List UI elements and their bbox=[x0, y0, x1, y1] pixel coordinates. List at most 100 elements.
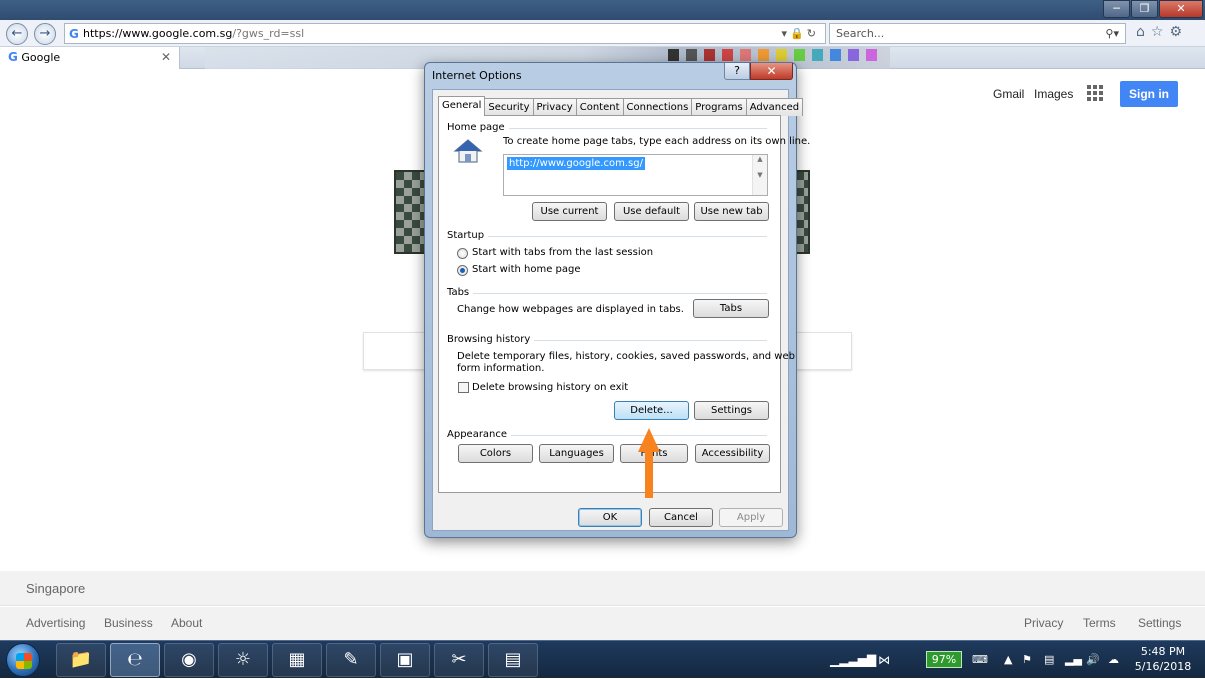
accessibility-button[interactable]: Accessibility bbox=[695, 444, 770, 463]
windows-explorer-icon[interactable]: 📁 bbox=[56, 643, 106, 677]
tab-connections[interactable]: Connections bbox=[622, 98, 693, 116]
power-plug-icon[interactable]: ⌨ bbox=[972, 641, 988, 679]
tab-advanced[interactable]: Advanced bbox=[745, 98, 804, 116]
use-current-button[interactable]: Use current bbox=[532, 202, 607, 221]
startup-home-page-radio[interactable] bbox=[457, 265, 468, 276]
device-icon[interactable]: ▤ bbox=[1044, 641, 1054, 679]
apps-grid-icon[interactable] bbox=[1087, 85, 1103, 101]
volume-icon[interactable]: 🔊 bbox=[1086, 641, 1100, 679]
window-titlebar: ─ ❐ ✕ bbox=[0, 0, 1205, 20]
home-page-instructions: To create home page tabs, type each addr… bbox=[503, 136, 811, 147]
appearance-group-label: Appearance bbox=[447, 429, 512, 440]
delete-on-exit-checkbox[interactable] bbox=[458, 382, 469, 393]
footer-link-settings[interactable]: Settings bbox=[1138, 616, 1181, 630]
wifi-icon[interactable]: ⋈ bbox=[878, 641, 890, 679]
favorites-star-icon[interactable]: ☆ bbox=[1151, 24, 1170, 40]
address-bar[interactable]: G https://www.google.com.sg/?gws_rd=ssl … bbox=[64, 23, 826, 44]
windows-logo-icon bbox=[16, 653, 32, 669]
window-controls: ─ ❐ ✕ bbox=[1102, 0, 1203, 19]
minimize-button[interactable]: ─ bbox=[1103, 0, 1130, 18]
startup-last-session-label[interactable]: Start with tabs from the last session bbox=[472, 247, 653, 258]
apply-button[interactable]: Apply bbox=[719, 508, 783, 527]
dialog-close-button[interactable]: ✕ bbox=[750, 63, 793, 80]
tab-title: Google bbox=[21, 51, 61, 64]
close-tab-icon[interactable]: ✕ bbox=[161, 47, 171, 68]
firefox-icon[interactable]: ☼ bbox=[218, 643, 268, 677]
swatch-decoration bbox=[830, 49, 841, 61]
footer-link-about[interactable]: About bbox=[171, 616, 202, 630]
history-settings-button[interactable]: Settings bbox=[694, 401, 769, 420]
restore-button[interactable]: ❐ bbox=[1131, 0, 1158, 18]
show-hidden-icons[interactable]: ▲ bbox=[1004, 641, 1012, 679]
paint-icon[interactable]: ✎ bbox=[326, 643, 376, 677]
calculator-icon[interactable]: ▦ bbox=[272, 643, 322, 677]
footer-link-business[interactable]: Business bbox=[104, 616, 153, 630]
signal-bars-icon[interactable]: ▁▂▃▅▇ bbox=[830, 641, 876, 679]
home-icon[interactable]: ⌂ bbox=[1136, 24, 1151, 40]
startup-last-session-radio[interactable] bbox=[457, 248, 468, 259]
snipping-tool-icon[interactable]: ✂ bbox=[434, 643, 484, 677]
tab-privacy[interactable]: Privacy bbox=[532, 98, 577, 116]
internet-explorer-icon[interactable]: ℮ bbox=[110, 643, 160, 677]
use-default-button[interactable]: Use default bbox=[614, 202, 689, 221]
colors-button[interactable]: Colors bbox=[458, 444, 533, 463]
footer-link-advertising[interactable]: Advertising bbox=[26, 616, 85, 630]
tab-programs[interactable]: Programs bbox=[691, 98, 747, 116]
battery-indicator[interactable]: 97% bbox=[926, 651, 962, 668]
browsing-history-description-cont: form information. bbox=[457, 363, 545, 374]
start-button[interactable] bbox=[6, 643, 40, 677]
search-icon[interactable]: ⚲▾ bbox=[1105, 24, 1119, 43]
address-actions[interactable]: ▾🔒↻ bbox=[782, 27, 825, 40]
network-icon[interactable]: ▂▄ bbox=[1065, 641, 1082, 679]
clock-date: 5/16/2018 bbox=[1134, 660, 1192, 673]
annotation-arrow-icon bbox=[638, 428, 660, 498]
close-window-button[interactable]: ✕ bbox=[1159, 0, 1203, 18]
dialog-tabs: General Security Privacy Content Connect… bbox=[438, 96, 804, 116]
remote-desktop-icon[interactable]: ▤ bbox=[488, 643, 538, 677]
images-link[interactable]: Images bbox=[1034, 87, 1073, 101]
textarea-scrollbar[interactable]: ▲ ▼ bbox=[752, 155, 767, 195]
browser-toolbar-icons: ⌂☆⚙ bbox=[1136, 24, 1188, 40]
action-center-icon[interactable]: ⚑ bbox=[1022, 641, 1032, 679]
refresh-icon[interactable]: ↻ bbox=[807, 27, 819, 40]
cancel-button[interactable]: Cancel bbox=[649, 508, 713, 527]
search-input[interactable]: Search... ⚲▾ bbox=[829, 23, 1126, 44]
tab-security[interactable]: Security bbox=[484, 98, 534, 116]
swatch-decoration bbox=[758, 49, 769, 61]
startup-home-page-label[interactable]: Start with home page bbox=[472, 264, 581, 275]
doodle-image-left[interactable] bbox=[394, 170, 426, 254]
group-divider bbox=[447, 293, 767, 294]
footer-link-terms[interactable]: Terms bbox=[1083, 616, 1116, 630]
tabs-settings-button[interactable]: Tabs bbox=[693, 299, 769, 318]
languages-button[interactable]: Languages bbox=[539, 444, 614, 463]
use-new-tab-button[interactable]: Use new tab bbox=[694, 202, 769, 221]
gear-icon[interactable]: ⚙ bbox=[1169, 24, 1188, 40]
chrome-icon[interactable]: ◉ bbox=[164, 643, 214, 677]
browsing-history-group-label: Browsing history bbox=[447, 334, 535, 345]
taskbar-clock[interactable]: 5:48 PM 5/16/2018 bbox=[1128, 644, 1198, 674]
back-button[interactable]: ← bbox=[6, 23, 28, 45]
lock-icon[interactable]: 🔒 bbox=[790, 27, 807, 40]
footer-link-privacy[interactable]: Privacy bbox=[1024, 616, 1063, 630]
home-page-textarea[interactable]: http://www.google.com.sg/ ▲ ▼ bbox=[503, 154, 768, 196]
delete-history-button[interactable]: Delete... bbox=[614, 401, 689, 420]
help-button[interactable]: ? bbox=[724, 63, 750, 80]
tabs-group-label: Tabs bbox=[447, 287, 474, 298]
tab-content[interactable]: Content bbox=[575, 98, 624, 116]
tab-google[interactable]: G Google ✕ bbox=[0, 47, 180, 69]
footer-links: Advertising Business About Privacy Terms… bbox=[0, 607, 1205, 640]
delete-on-exit-label[interactable]: Delete browsing history on exit bbox=[472, 382, 628, 393]
dialog-body: General Security Privacy Content Connect… bbox=[432, 89, 810, 531]
tab-general[interactable]: General bbox=[438, 96, 486, 116]
home-page-group-label: Home page bbox=[447, 122, 509, 133]
swatch-decoration bbox=[686, 49, 697, 61]
startup-group-label: Startup bbox=[447, 230, 489, 241]
sign-in-button[interactable]: Sign in bbox=[1120, 81, 1178, 107]
sticky-chart-icon[interactable]: ▣ bbox=[380, 643, 430, 677]
cloud-upload-icon[interactable]: ☁ bbox=[1108, 641, 1119, 679]
browsing-history-description: Delete temporary files, history, cookies… bbox=[457, 351, 795, 362]
ok-button[interactable]: OK bbox=[578, 508, 642, 527]
forward-button[interactable]: → bbox=[34, 23, 56, 45]
gmail-link[interactable]: Gmail bbox=[993, 87, 1024, 101]
dropdown-icon[interactable]: ▾ bbox=[782, 27, 791, 40]
